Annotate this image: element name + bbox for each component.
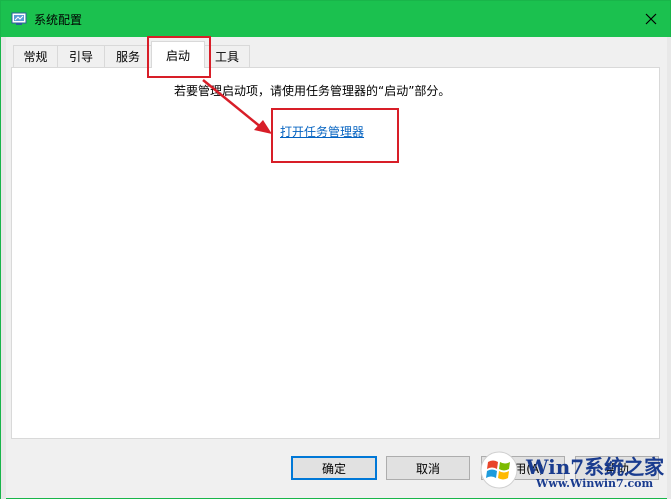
system-config-window: 系统配置 常规 引导 服务 启动 工具 若要管理启动项，请使用任务管理器的“启动… [0,0,671,499]
tab-label: 工具 [214,50,239,64]
tab-label: 常规 [23,50,48,64]
open-task-manager-link[interactable]: 打开任务管理器 [280,123,364,140]
startup-hint: 若要管理启动项，请使用任务管理器的“启动”部分。 [174,84,451,98]
right-edge [667,37,671,499]
tab-boot[interactable]: 引导 [57,45,105,67]
apply-label: 应用(A) [502,461,544,476]
tab-startup[interactable]: 启动 [151,41,205,68]
close-icon [645,13,656,25]
msconfig-icon [11,12,27,25]
tab-general[interactable]: 常规 [13,45,58,67]
tab-label: 启动 [165,48,190,63]
cancel-button[interactable]: 取消 [386,456,470,480]
close-button[interactable] [631,1,670,37]
ok-button[interactable]: 确定 [291,456,377,480]
ok-label: 确定 [321,461,346,476]
tab-label: 引导 [68,50,93,64]
help-button[interactable]: 帮助 [575,456,659,480]
title-bar[interactable]: 系统配置 [1,1,670,37]
cancel-label: 取消 [415,461,440,476]
window-title: 系统配置 [34,13,83,27]
apply-button[interactable]: 应用(A) [481,456,565,480]
tab-label: 服务 [115,50,140,64]
left-edge [1,37,6,499]
tab-tools[interactable]: 工具 [204,45,250,67]
help-label: 帮助 [604,461,629,476]
tab-services[interactable]: 服务 [104,45,152,67]
